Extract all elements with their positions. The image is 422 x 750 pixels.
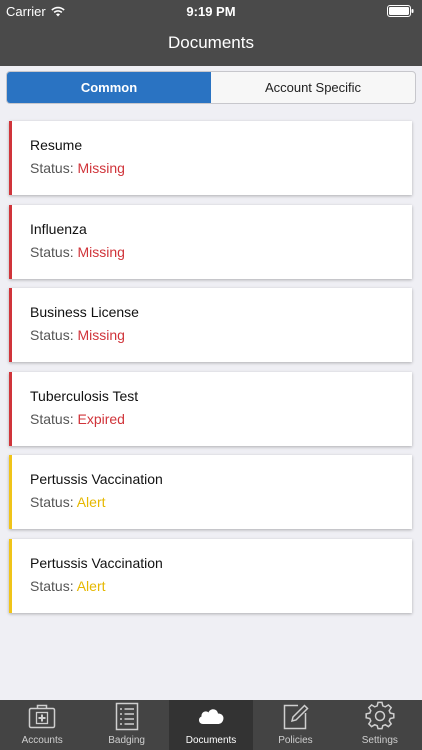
medical-kit-icon bbox=[28, 704, 56, 729]
gear-icon bbox=[365, 701, 395, 730]
document-card[interactable]: Resume Status: Missing bbox=[9, 121, 412, 195]
status-value: Expired bbox=[77, 410, 125, 427]
document-status: Status: Alert bbox=[30, 494, 106, 510]
document-title: Tuberculosis Test bbox=[30, 387, 139, 404]
document-card[interactable]: Tuberculosis Test Status: Expired bbox=[9, 371, 412, 446]
checklist-icon bbox=[115, 702, 138, 731]
segmented-control: Common Account Specific bbox=[6, 71, 416, 104]
status-value: Missing bbox=[77, 160, 125, 176]
tab-label: Badging bbox=[108, 735, 145, 746]
status-value: Missing bbox=[77, 327, 125, 343]
document-card[interactable]: Influenza Status: Missing bbox=[9, 204, 412, 279]
tab-badging[interactable]: Badging bbox=[84, 700, 168, 750]
document-title: Influenza bbox=[30, 220, 87, 237]
tab-label: Documents bbox=[185, 735, 237, 746]
document-title: Business License bbox=[30, 304, 139, 320]
header: Carrier 9:19 PM Documents bbox=[0, 0, 422, 66]
battery-icon bbox=[387, 5, 414, 17]
status-value: Missing bbox=[77, 243, 125, 260]
cloud-icon bbox=[199, 709, 224, 724]
edit-icon bbox=[284, 704, 309, 730]
document-status: Status: Missing bbox=[30, 244, 125, 260]
document-card[interactable]: Business License Status: Missing bbox=[9, 288, 412, 362]
document-card[interactable]: Pertussis Vaccination Status: Alert bbox=[9, 455, 412, 529]
status-label: Status: bbox=[30, 410, 74, 427]
status-label: Status: bbox=[30, 243, 74, 260]
document-list: Resume Status: Missing Influenza Status:… bbox=[9, 121, 412, 622]
status-bar: Carrier 9:19 PM bbox=[0, 0, 422, 22]
status-label: Status: bbox=[30, 577, 74, 594]
segment-common[interactable]: Common bbox=[7, 72, 211, 103]
tab-label: Policies bbox=[278, 735, 313, 746]
document-status: Status: Alert bbox=[30, 578, 106, 594]
tab-accounts[interactable]: Accounts bbox=[0, 700, 84, 750]
document-title: Resume bbox=[30, 137, 83, 153]
tab-policies[interactable]: Policies bbox=[253, 700, 337, 750]
tab-bar: Accounts Badging Documents Policies Sett… bbox=[0, 700, 422, 750]
document-status: Status: Expired bbox=[30, 411, 125, 427]
segment-account-specific[interactable]: Account Specific bbox=[211, 72, 415, 103]
document-title: Pertussis Vaccination bbox=[30, 554, 163, 571]
status-label: Status: bbox=[30, 494, 74, 510]
page-title: Documents bbox=[168, 33, 254, 52]
document-status: Status: Missing bbox=[30, 160, 125, 176]
tab-settings[interactable]: Settings bbox=[338, 700, 422, 750]
status-time: 9:19 PM bbox=[186, 4, 236, 19]
document-card[interactable]: Pertussis Vaccination Status: Alert bbox=[9, 538, 412, 613]
document-status: Status: Missing bbox=[30, 327, 125, 343]
tab-label: Settings bbox=[361, 735, 398, 746]
tab-documents[interactable]: Documents bbox=[168, 700, 254, 750]
document-title: Pertussis Vaccination bbox=[30, 471, 163, 487]
status-label: Status: bbox=[30, 327, 74, 343]
status-value: Alert bbox=[76, 494, 106, 510]
status-value: Alert bbox=[76, 577, 106, 594]
tab-label: Accounts bbox=[21, 735, 63, 746]
status-label: Status: bbox=[30, 160, 74, 176]
